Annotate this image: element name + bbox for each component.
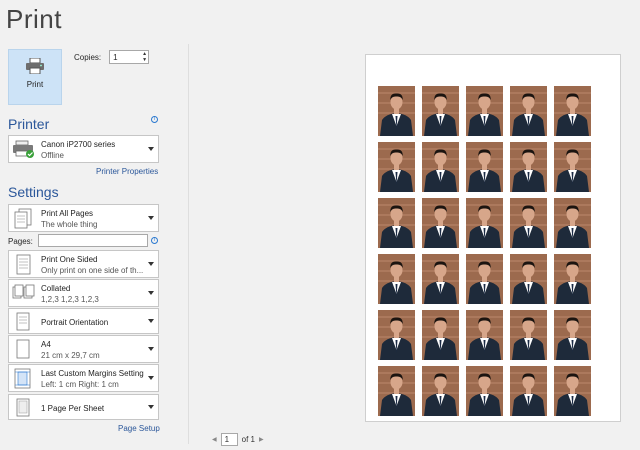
passport-photo (378, 142, 415, 192)
passport-photo (378, 366, 415, 416)
passport-photo (466, 142, 503, 192)
passport-photo (422, 142, 459, 192)
sides-sub: Only print on one side of th... (41, 266, 144, 275)
current-page-input[interactable]: 1 (220, 433, 238, 446)
printer-info-icon[interactable]: i (151, 116, 158, 123)
one-sided-icon (16, 254, 31, 275)
collation-select[interactable]: Collated 1,2,3 1,2,3 1,2,3 (8, 279, 159, 307)
passport-photo (466, 366, 503, 416)
chevron-down-icon (148, 147, 154, 151)
print-range-select[interactable]: Print All Pages The whole thing (8, 204, 159, 232)
passport-photo (510, 86, 547, 136)
passport-photo (378, 86, 415, 136)
page-setup-link[interactable]: Page Setup (118, 424, 160, 433)
printer-properties-link[interactable]: Printer Properties (96, 167, 158, 176)
collation-sub: 1,2,3 1,2,3 1,2,3 (41, 295, 99, 304)
paper-size-title: A4 (41, 340, 51, 349)
passport-photo (554, 142, 591, 192)
copies-spinner[interactable]: 1 ▲ ▼ (109, 50, 150, 64)
passport-photo (422, 254, 459, 304)
page-title: Print (6, 4, 62, 34)
collation-title: Collated (41, 284, 71, 293)
chevron-down-icon (148, 405, 154, 409)
chevron-down-icon (148, 376, 154, 380)
sides-title: Print One Sided (41, 255, 98, 264)
printer-heading: Printer (8, 116, 50, 132)
passport-photo (422, 310, 459, 360)
next-page-icon[interactable]: ▶ (259, 436, 264, 443)
paper-size-select[interactable]: A4 21 cm x 29,7 cm (8, 335, 159, 363)
printer-name: Canon iP2700 series (41, 140, 116, 149)
pages-info-icon[interactable]: i (151, 237, 158, 244)
margins-select[interactable]: Last Custom Margins Setting Left: 1 cm R… (8, 364, 159, 392)
collated-icon (12, 284, 35, 299)
passport-photo (510, 310, 547, 360)
margins-icon (14, 368, 31, 389)
pages-per-sheet-title: 1 Page Per Sheet (41, 404, 105, 413)
printer-select[interactable]: Canon iP2700 series Offline (8, 135, 159, 163)
passport-photo (554, 366, 591, 416)
passport-photo (554, 310, 591, 360)
passport-photo (510, 198, 547, 248)
portrait-icon (16, 312, 30, 331)
orientation-select[interactable]: Portrait Orientation (8, 308, 159, 334)
print-preview-page (365, 54, 621, 422)
passport-photo (466, 254, 503, 304)
passport-photo (422, 86, 459, 136)
passport-photo (378, 310, 415, 360)
passport-photo (554, 86, 591, 136)
print-range-sub: The whole thing (41, 220, 98, 229)
passport-photo (466, 86, 503, 136)
pages-icon (14, 208, 32, 229)
chevron-down-icon (148, 319, 154, 323)
paper-size-sub: 21 cm x 29,7 cm (41, 351, 100, 360)
page-count: of 1 (241, 435, 255, 444)
print-button-label: Print (26, 80, 44, 89)
passport-photo (554, 254, 591, 304)
pages-per-sheet-select[interactable]: 1 Page Per Sheet (8, 394, 159, 420)
spinner-arrows-icon[interactable]: ▲ ▼ (142, 51, 147, 63)
printer-status: Offline (41, 151, 64, 160)
passport-photo (466, 198, 503, 248)
copies-label: Copies: (74, 52, 102, 62)
chevron-down-icon (148, 216, 154, 220)
photo-grid (378, 86, 591, 416)
previous-page-icon[interactable]: ◀ (212, 436, 217, 443)
passport-photo (378, 198, 415, 248)
print-button[interactable]: Print (8, 49, 62, 105)
print-range-title: Print All Pages (41, 209, 94, 218)
pages-input[interactable] (38, 234, 148, 247)
passport-photo (378, 254, 415, 304)
margins-title: Last Custom Margins Setting (41, 369, 144, 378)
chevron-down-icon (148, 262, 154, 266)
passport-photo (466, 310, 503, 360)
pages-label: Pages: (8, 237, 33, 246)
passport-photo (422, 198, 459, 248)
copies-control: Copies: 1 ▲ ▼ (74, 50, 150, 64)
passport-photo (422, 366, 459, 416)
paper-size-icon (16, 339, 30, 359)
printer-offline-icon (13, 140, 34, 158)
chevron-down-icon (148, 291, 154, 295)
margins-sub: Left: 1 cm Right: 1 cm (41, 380, 119, 389)
settings-heading: Settings (8, 184, 59, 200)
chevron-down-icon (148, 347, 154, 351)
orientation-title: Portrait Orientation (41, 318, 109, 327)
page-navigation: ◀ 1 of 1 ▶ (212, 433, 264, 446)
passport-photo (510, 254, 547, 304)
passport-photo (510, 142, 547, 192)
divider (188, 44, 189, 444)
passport-photo (554, 198, 591, 248)
printer-icon (26, 58, 44, 74)
copies-value: 1 (113, 53, 118, 62)
pages-per-sheet-icon (16, 398, 30, 417)
passport-photo (510, 366, 547, 416)
sides-select[interactable]: Print One Sided Only print on one side o… (8, 250, 159, 278)
